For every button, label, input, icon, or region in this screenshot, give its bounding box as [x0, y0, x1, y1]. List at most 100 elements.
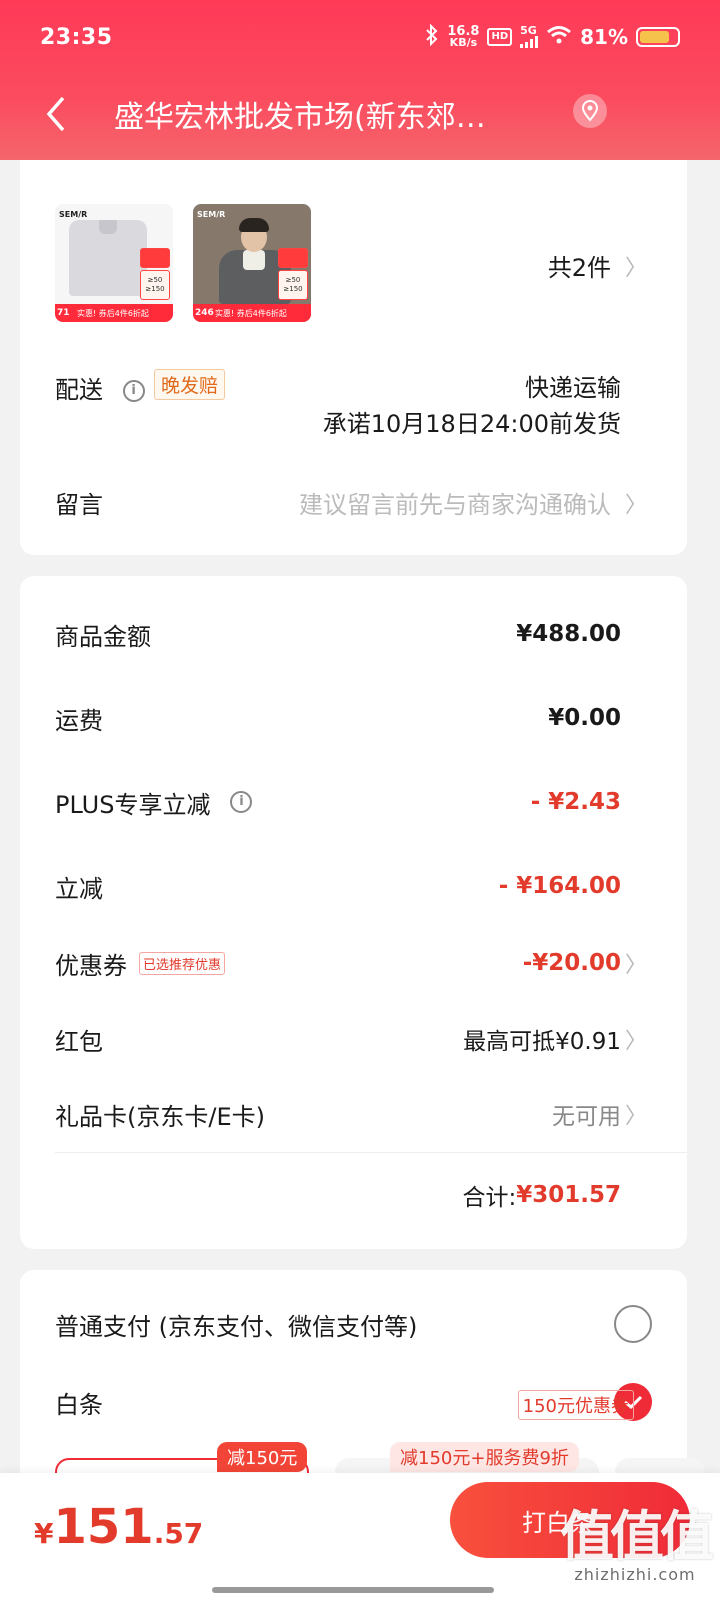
- plus-discount-label: PLUS专享立减: [55, 790, 211, 819]
- subtotal-row: 合计: ¥301.57: [462, 1178, 621, 1212]
- goods-amount-row: 商品金额 ¥488.00: [55, 614, 621, 654]
- strip-text: 实惠! 券后4件6折起: [215, 308, 287, 318]
- shirt-illustration: [69, 220, 147, 296]
- tier-b: ≥150: [145, 285, 165, 293]
- plus-discount-row: PLUS专享立减 i - ¥2.43: [55, 782, 621, 822]
- status-bar: 23:35 16.8 KB/s HD 5G 81%: [0, 0, 720, 74]
- back-button[interactable]: [36, 84, 76, 144]
- shipping-row: 运费 ¥0.00: [55, 698, 621, 738]
- battery-icon: [636, 27, 680, 47]
- speed-unit: KB/s: [449, 36, 478, 49]
- watermark-glyphs: 值值值: [560, 1504, 714, 1568]
- address-title[interactable]: 盛华宏林批发市场(新东郊…: [114, 92, 554, 136]
- baitiao-label: 白条: [55, 1390, 103, 1419]
- chevron-right-icon: 〉: [624, 492, 647, 518]
- message-placeholder: 建议留言前先与商家沟通确认: [298, 491, 611, 519]
- product-images[interactable]: SEM/R ≥50 ≥150 71 实惠! 券后4件6折起 SEM/R ≥50 …: [55, 204, 311, 322]
- coupon-tiers: ≥50 ≥150: [278, 270, 308, 300]
- signal-bars-icon: [520, 36, 539, 48]
- status-icons: 16.8 KB/s HD 5G 81%: [425, 23, 680, 51]
- shipping-value: ¥0.00: [548, 705, 621, 731]
- gift-card-value: 无可用: [552, 1104, 621, 1130]
- instant-discount-label: 立减: [55, 874, 103, 903]
- model-hair: [239, 218, 269, 232]
- divider: [55, 1152, 687, 1153]
- red-packet-label: 红包: [55, 1027, 103, 1056]
- product-image-jacket[interactable]: SEM/R ≥50 ≥150 246 实惠! 券后4件6折起: [193, 204, 311, 322]
- product-image-shirt[interactable]: SEM/R ≥50 ≥150 71 实惠! 券后4件6折起: [55, 204, 173, 322]
- info-icon[interactable]: i: [122, 380, 145, 402]
- location-pin-icon: [581, 100, 599, 122]
- delivery-info: 快递运输 承诺10月18日24:00前发货: [323, 370, 621, 442]
- plan-a-badge: 减150元: [217, 1442, 308, 1472]
- chevron-right-icon: 〉: [624, 1104, 647, 1129]
- bluetooth-icon: [425, 23, 439, 51]
- item-price: 246: [195, 308, 214, 318]
- delivery-label-row: 配送 i: [55, 370, 145, 405]
- pay-amount-integer: 151: [53, 1499, 154, 1555]
- late-compensation-badge: 晚发赔: [154, 369, 226, 400]
- hd-badge: HD: [487, 28, 513, 46]
- watermark-site: zhizhizhi.com: [574, 1565, 696, 1584]
- price-breakdown-card: 商品金额 ¥488.00 运费 ¥0.00 PLUS专享立减 i - ¥2.43…: [20, 576, 687, 1249]
- normal-payment-option[interactable]: 普通支付 (京东支付、微信支付等): [55, 1302, 652, 1346]
- network-speed: 16.8 KB/s: [447, 25, 479, 49]
- promo-strip: 71 实惠! 券后4件6折起: [55, 304, 173, 322]
- subtotal-value: ¥301.57: [516, 1182, 621, 1208]
- order-items-card: SEM/R ≥50 ≥150 71 实惠! 券后4件6折起 SEM/R ≥50 …: [20, 120, 687, 555]
- coupon-value: -¥20.00: [522, 950, 621, 976]
- coupon-recommend-tag: 已选推荐优惠: [139, 951, 226, 975]
- wifi-icon: [546, 25, 572, 50]
- delivery-method: 快递运输: [525, 374, 621, 402]
- item-count: 共2件: [547, 254, 611, 282]
- chevron-right-icon: 〉: [624, 255, 647, 281]
- coupon-label: 优惠券: [55, 951, 127, 980]
- subtotal-label: 合计:: [462, 1185, 517, 1211]
- goods-amount-label: 商品金额: [55, 622, 151, 651]
- message-label: 留言: [55, 491, 103, 519]
- nav-bar: 盛华宏林批发市场(新东郊…: [0, 74, 720, 154]
- goods-amount-value: ¥488.00: [516, 621, 621, 647]
- item-price: 71: [57, 308, 70, 318]
- plan-b-badge: 减150元+服务费9折: [390, 1442, 579, 1472]
- watermark-logo: 值值值 zhizhizhi.com: [560, 1492, 714, 1584]
- delivery-promise: 承诺10月18日24:00前发货: [322, 410, 621, 438]
- delivery-label: 配送: [55, 376, 103, 404]
- status-time: 23:35: [40, 24, 113, 50]
- red-packet-value: 最高可抵¥0.91: [463, 1029, 621, 1055]
- tier-b: ≥150: [283, 285, 303, 293]
- coupon-tiers: ≥50 ≥150: [140, 270, 170, 300]
- promo-tag: [140, 248, 170, 268]
- baitiao-coupon-tag: 150元优惠券: [517, 1390, 634, 1420]
- gift-card-label: 礼品卡(京东卡/E卡): [55, 1102, 265, 1131]
- pay-amount-decimal: .57: [153, 1517, 204, 1550]
- item-count-link[interactable]: 共2件 〉: [548, 248, 647, 283]
- coupon-row[interactable]: 优惠券 已选推荐优惠 -¥20.00 〉: [55, 943, 647, 983]
- chevron-right-icon: 〉: [624, 953, 647, 978]
- header: 23:35 16.8 KB/s HD 5G 81% 盛华宏林批发市场(新东郊…: [0, 0, 720, 160]
- battery-fill: [640, 31, 670, 43]
- plus-discount-value: - ¥2.43: [530, 789, 621, 815]
- signal-5g: 5G: [520, 25, 539, 48]
- location-button[interactable]: [573, 94, 607, 128]
- tier-a: ≥50: [285, 276, 301, 284]
- tier-a: ≥50: [147, 276, 163, 284]
- message-input[interactable]: 建议留言前先与商家沟通确认 〉: [299, 485, 647, 520]
- promo-strip: 246 实惠! 券后4件6折起: [193, 304, 311, 322]
- home-indicator[interactable]: [212, 1587, 494, 1593]
- instant-discount-value: - ¥164.00: [498, 873, 621, 899]
- pay-currency: ¥: [34, 1517, 54, 1550]
- chevron-left-icon: [46, 96, 65, 132]
- brand-logo: SEM/R: [197, 210, 226, 219]
- normal-payment-label: 普通支付 (京东支付、微信支付等): [55, 1312, 418, 1341]
- strip-text: 实惠! 券后4件6折起: [77, 308, 149, 318]
- red-packet-row[interactable]: 红包 最高可抵¥0.91 〉: [55, 1019, 647, 1059]
- battery-percent: 81%: [580, 25, 628, 49]
- gift-card-row[interactable]: 礼品卡(京东卡/E卡) 无可用 〉: [55, 1094, 647, 1134]
- chevron-right-icon: 〉: [624, 1029, 647, 1054]
- scarf-illustration: [243, 250, 265, 270]
- normal-payment-radio[interactable]: [614, 1305, 652, 1343]
- instant-discount-row: 立减 - ¥164.00: [55, 866, 621, 906]
- info-icon[interactable]: i: [230, 791, 253, 813]
- promo-tag: [278, 248, 308, 268]
